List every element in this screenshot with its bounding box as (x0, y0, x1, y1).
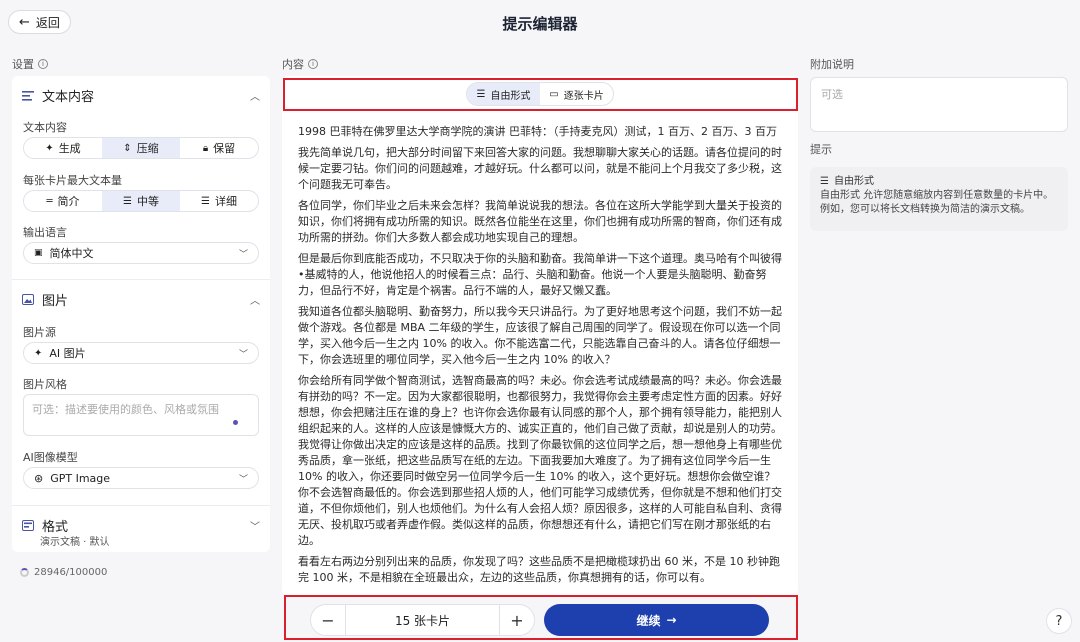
card-count-stepper: − 15 张卡片 + (310, 604, 535, 636)
compress-icon: ⇕ (123, 142, 132, 154)
top-bar: ← 返回 提示编辑器 (0, 0, 1080, 46)
image-group-header[interactable]: 图片 (22, 290, 68, 309)
image-style-input[interactable]: 可选：描述要使用的颜色、风格或氛围 (23, 394, 259, 436)
list-icon: ═ (46, 195, 53, 207)
paragraph: 我知道各位都头脑聪明、勤奋努力，所以我今天只讲品行。为了更好地思考这个问题，我们… (298, 305, 782, 366)
list-icon: ☰ (123, 195, 132, 207)
divider (12, 505, 270, 506)
settings-panel: 文本内容 ︿ 文本内容 ✦ 生成 ⇕ 压缩 🔒︎ 保留 每张卡片最大文本量 ═ 简介 ☰… (12, 76, 270, 552)
paragraph: 我先简单说几句，把大部分时间留下来回答大家的问题。我想聊聊大家关心的话题。请各位… (298, 146, 782, 191)
option-keep[interactable]: 🔒︎ 保留 (180, 138, 258, 158)
layout-icon (22, 520, 34, 532)
text-align-icon: ☰ (820, 176, 829, 187)
info-icon[interactable]: i (308, 59, 318, 69)
image-source-select[interactable]: ✦ AI 图片 ﹀ (23, 342, 259, 364)
option-brief[interactable]: ═ 简介 (24, 191, 102, 211)
flag-icon: ▣ (34, 248, 43, 258)
text-align-icon: ☰ (476, 88, 486, 100)
arrow-left-icon: ← (19, 14, 30, 30)
lock-icon: 🔒︎ (202, 142, 209, 154)
option-compress[interactable]: ⇕ 压缩 (102, 138, 180, 158)
mode-freeform[interactable]: ☰ 自由形式 (467, 83, 540, 105)
tip-card: ☰ 自由形式 自由形式 允许您随意缩放内容到任意数量的卡片中。例如，您可以将长文… (810, 167, 1068, 231)
option-medium[interactable]: ☰ 中等 (102, 191, 180, 211)
paragraph: 各位同学，你们毕业之后未来会怎样？我简单说说我的想法。各位在这所大学能学到大量关… (298, 199, 782, 244)
text-group-header[interactable]: 文本内容 (22, 86, 94, 105)
paragraph: 你会给所有同学做个智商测试，选智商最高的吗？未必。你会选考试成绩最高的吗？未必。… (298, 374, 782, 547)
tip-body: 自由形式 允许您随意缩放内容到任意数量的卡片中。例如，您可以将长文档转换为简洁的… (820, 190, 1054, 215)
info-icon[interactable]: i (38, 59, 48, 69)
format-subtitle: 演示文稿 · 默认 (40, 537, 110, 548)
chevron-down-icon: ﹀ (238, 349, 248, 360)
decrement-button[interactable]: − (311, 605, 345, 635)
tip-title: ☰ 自由形式 (820, 176, 874, 187)
arrow-right-icon: → (666, 613, 677, 627)
increment-button[interactable]: + (500, 605, 534, 635)
continue-button[interactable]: 继续 → (544, 604, 769, 636)
image-icon (22, 294, 34, 306)
back-label: 返回 (35, 15, 60, 30)
assistant-dot-icon (233, 420, 238, 425)
mode-card-by-card[interactable]: ▭ 逐张卡片 (540, 83, 613, 105)
settings-section-label: 设置 i (12, 56, 48, 72)
max-text-segmented: ═ 简介 ☰ 中等 ☰ 详细 (23, 190, 259, 212)
chevron-down-icon[interactable]: ﹀ (250, 518, 260, 533)
tip-label: 提示 (810, 143, 832, 156)
chevron-down-icon: ﹀ (238, 474, 248, 485)
spinner-icon (20, 568, 29, 577)
image-model-select[interactable]: ⊛ GPT Image ﹀ (23, 467, 259, 489)
back-button[interactable]: ← 返回 (8, 10, 71, 34)
notes-input[interactable]: 可选 (810, 77, 1068, 132)
image-source-label: 图片源 (23, 326, 56, 339)
card-count-value[interactable]: 15 张卡片 (345, 605, 500, 635)
language-label: 输出语言 (23, 226, 67, 239)
text-content-label: 文本内容 (23, 121, 67, 134)
text-content-segmented: ✦ 生成 ⇕ 压缩 🔒︎ 保留 (23, 137, 259, 159)
notes-section-label: 附加说明 (810, 58, 854, 71)
character-counter: 28946/100000 (20, 567, 107, 578)
chevron-up-icon[interactable]: ︿ (250, 88, 260, 103)
card-stack-icon: ▭ (549, 88, 559, 100)
text-align-icon (22, 90, 34, 102)
sparkle-icon: ✦ (45, 142, 54, 154)
page-title: 提示编辑器 (502, 14, 578, 33)
image-style-label: 图片风格 (23, 378, 67, 391)
help-button[interactable]: ? (1046, 608, 1072, 634)
sparkle-icon: ✦ (34, 347, 43, 359)
image-model-label: AI图像模型 (23, 451, 78, 464)
paragraph: 1998 巴菲特在佛罗里达大学商学院的演讲 巴菲特：（手持麦克风）测试，1 百万… (298, 125, 777, 138)
openai-icon: ⊛ (34, 471, 44, 485)
content-section-label: 内容 i (282, 56, 318, 72)
list-icon: ☰ (201, 195, 210, 207)
chevron-down-icon: ﹀ (238, 249, 248, 260)
divider (12, 279, 270, 280)
content-text[interactable]: 1998 巴菲特在佛罗里达大学商学院的演讲 巴菲特：（手持麦克风）测试，1 百万… (298, 124, 784, 591)
paragraph: 但是最后你到底能否成功，不只取决于你的头脑和勤奋。我简单讲一下这个道理。奥马哈有… (298, 252, 782, 297)
chevron-up-icon[interactable]: ︿ (250, 292, 260, 307)
paragraph: 看看左右两边分别列出来的品质，你发现了吗？这些品质不是把橄榄球扔出 60 米，不… (298, 555, 780, 584)
mode-toggle: ☰ 自由形式 ▭ 逐张卡片 (466, 82, 614, 106)
option-generate[interactable]: ✦ 生成 (24, 138, 102, 158)
option-detailed[interactable]: ☰ 详细 (180, 191, 258, 211)
language-select[interactable]: ▣ 简体中文 ﹀ (23, 242, 259, 264)
max-text-label: 每张卡片最大文本量 (23, 174, 122, 187)
